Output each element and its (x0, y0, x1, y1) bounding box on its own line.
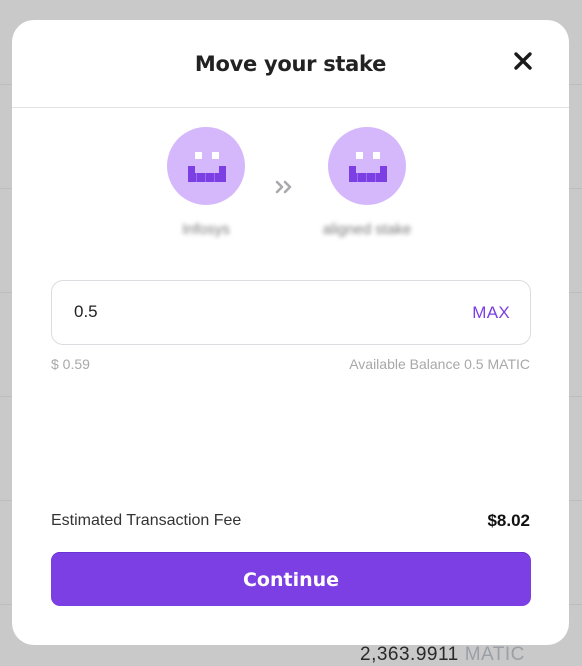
background-amount: 2,363.9911 MATIC (360, 644, 525, 666)
smiley-avatar-icon (349, 152, 387, 182)
close-button[interactable] (510, 48, 536, 74)
background-amount-value: 2,363.9911 (360, 644, 459, 665)
move-stake-modal: Move your stake Infosys aligned stake 0.… (12, 20, 569, 645)
amount-input[interactable] (74, 299, 434, 325)
to-validator-name: aligned stake (322, 221, 412, 238)
modal-header: Move your stake (12, 20, 569, 108)
amount-field: MAX (51, 280, 531, 345)
close-icon (514, 52, 532, 70)
modal-title: Move your stake (194, 52, 387, 76)
to-validator: aligned stake (307, 127, 427, 238)
smiley-avatar-icon (188, 152, 226, 182)
fiat-value: $ 0.59 (51, 356, 90, 372)
continue-button[interactable]: Continue (51, 552, 531, 606)
fee-value: $8.02 (487, 511, 530, 530)
background-amount-unit: MATIC (464, 644, 525, 665)
max-button[interactable]: MAX (472, 303, 510, 323)
fee-label: Estimated Transaction Fee (51, 512, 242, 529)
available-balance: Available Balance 0.5 MATIC (349, 356, 530, 372)
double-chevron-right-icon (275, 180, 292, 194)
from-validator-name: Infosys (182, 221, 230, 238)
to-validator-avatar (328, 127, 406, 205)
from-validator: Infosys (146, 127, 266, 238)
from-validator-avatar (167, 127, 245, 205)
